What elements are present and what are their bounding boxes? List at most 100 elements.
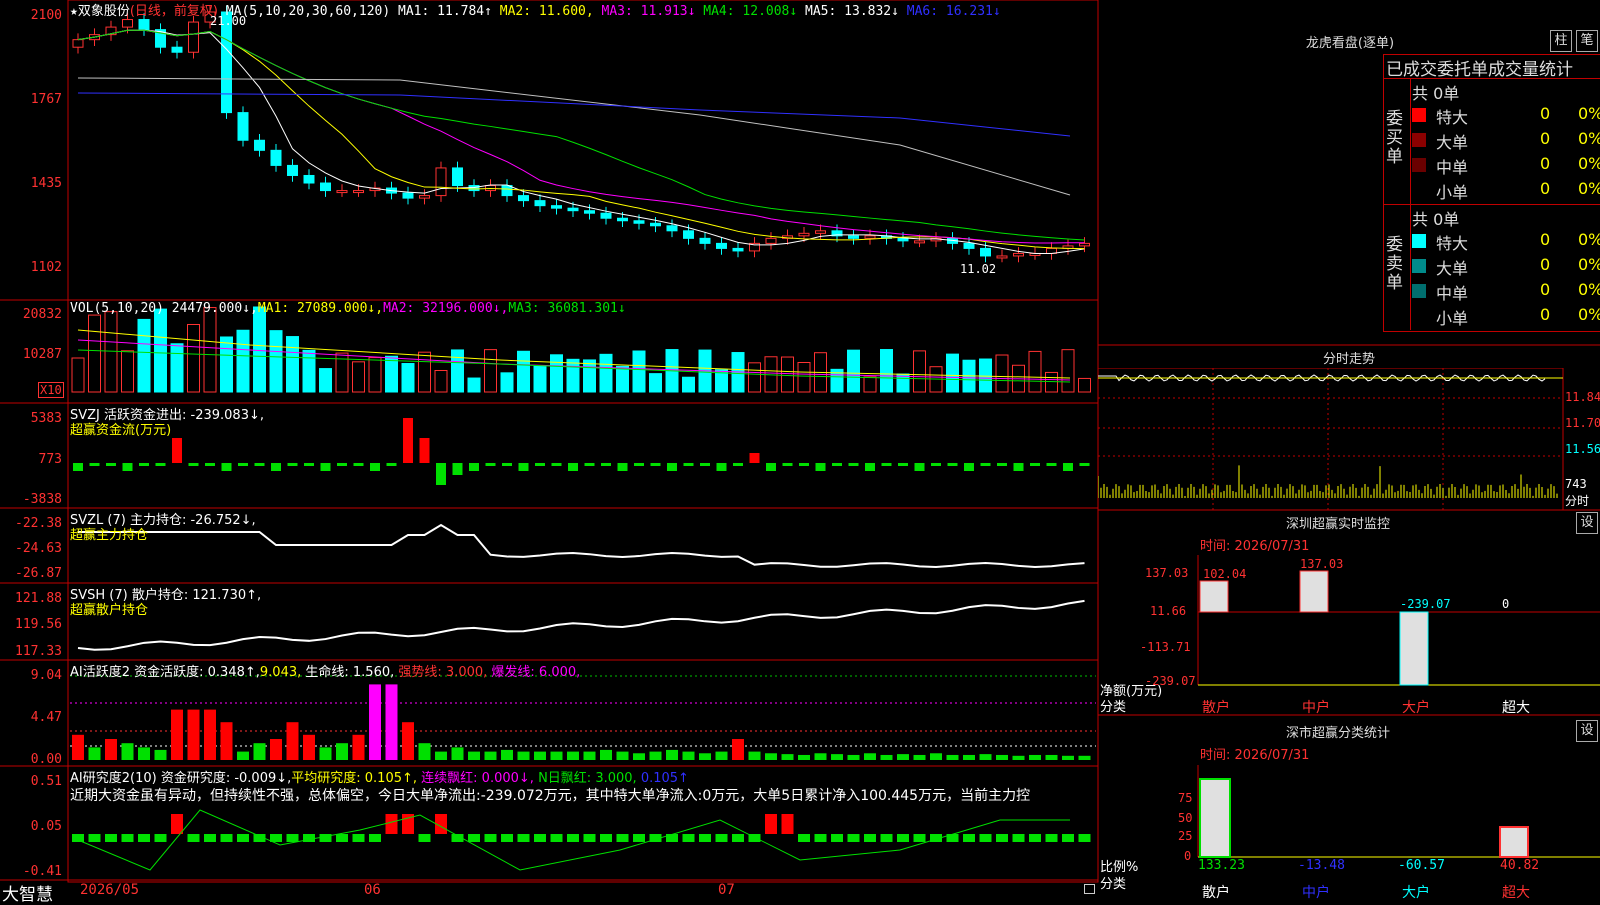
ma5-value: MA5: 13.832↓ [805, 4, 899, 19]
candle [798, 232, 810, 237]
activity-bar [616, 751, 629, 760]
buy-color-swatch [1412, 183, 1426, 197]
money-flow-bar [221, 463, 232, 471]
research-bar [864, 834, 876, 842]
intraday-y-tick: 11.84 [1565, 390, 1600, 404]
candle [402, 192, 414, 199]
money-flow-bar [1030, 463, 1040, 466]
buy-row-count: 0 [1540, 179, 1551, 198]
sz-monitor-value-label: 137.03 [1300, 557, 1344, 571]
activity-bar [336, 743, 348, 760]
ma1-value: MA1: 11.784↑ [398, 4, 492, 19]
sz-monitor-value-label: -239.07 [1400, 597, 1451, 611]
volume-bar [500, 372, 514, 393]
activity-bar [187, 709, 200, 760]
low-price-label: 11.02 [960, 262, 997, 276]
candle [336, 190, 348, 194]
y-tick-svzl: -22.38 [15, 516, 62, 531]
candle [567, 207, 579, 212]
main-holding-line [78, 523, 1085, 568]
volume-bar [451, 349, 464, 393]
money-flow-bar [287, 463, 298, 466]
money-flow-bar [155, 463, 166, 466]
candlestick-chart[interactable] [0, 0, 1098, 900]
ma2-value: MA2: 11.600, [499, 4, 594, 19]
volume-bar [1045, 371, 1058, 393]
volume-bar [236, 329, 250, 393]
sz-class-settings-button[interactable]: 设 [1576, 720, 1598, 742]
ai-active-strong: 强势线: 3.000, [398, 665, 488, 680]
money-flow-bar [898, 463, 908, 466]
candle [650, 222, 661, 227]
research-bar [583, 834, 596, 842]
activity-bar [138, 747, 150, 760]
candle [666, 225, 678, 232]
buy-row-label: 小单 [1436, 183, 1469, 202]
activity-bar [946, 754, 959, 760]
activity-bar [996, 754, 1008, 760]
money-flow-bar [865, 463, 875, 471]
candle [534, 200, 546, 207]
sz-monitor-cat: 中户 [1302, 700, 1330, 716]
ai-active-v2: 9.043, [259, 665, 302, 680]
volume-bar [781, 356, 794, 393]
activity-bar [121, 743, 134, 760]
research-bar [979, 834, 992, 842]
volume-bar [203, 307, 217, 393]
candle [501, 185, 513, 197]
candle [765, 237, 777, 244]
lock-icon[interactable] [1084, 884, 1095, 894]
activity-bar [204, 709, 216, 760]
volume-bar [418, 351, 431, 393]
activity-bar [913, 754, 926, 760]
research-bar [270, 834, 282, 842]
lhb-subtitle: 已成交委托单成交量统计 [1386, 60, 1573, 80]
volume-bar [401, 363, 415, 393]
candle [551, 205, 562, 209]
sz-class-value: 40.82 [1500, 858, 1540, 873]
activity-bar [484, 751, 497, 760]
volume-bar [137, 318, 151, 393]
star-icon[interactable]: ★ [70, 4, 78, 19]
y-tick-vol: 10287 [22, 347, 62, 362]
money-flow-bar [766, 463, 776, 471]
volume-bar [517, 350, 530, 393]
ai-research-last: 0.105↑ [640, 771, 689, 786]
vol-unit-badge[interactable]: X10 [38, 382, 64, 398]
tick-mode-button[interactable]: 笔 [1576, 30, 1598, 52]
volume-bar [913, 350, 926, 393]
sell-row-count: 0 [1540, 280, 1551, 299]
money-flow-bar [254, 463, 265, 466]
stock-name[interactable]: 双象股份 [78, 4, 130, 19]
intraday-chart[interactable] [1098, 368, 1600, 510]
vol-ma2: MA2: 32196.000↓, [383, 301, 509, 316]
volume-bar [352, 361, 365, 393]
research-bar [831, 834, 843, 842]
net-bar [1299, 570, 1329, 613]
brand-label[interactable]: 大智慧 [2, 880, 53, 905]
money-flow-bar [485, 463, 496, 466]
sell-orders-label: 委卖单 [1386, 235, 1403, 293]
money-flow-bar [386, 463, 397, 466]
vol-ma1: MA1: 27089.000↓, [257, 301, 384, 316]
sz-class-xlabel: 分类 [1100, 877, 1127, 892]
sz-monitor-settings-button[interactable]: 设 [1576, 512, 1598, 534]
volume-bar [368, 357, 382, 393]
bar-mode-button[interactable]: 柱 [1550, 30, 1572, 52]
money-flow-bar [914, 463, 925, 471]
chart-mode[interactable]: (日线，前复权) [130, 4, 218, 19]
research-bar [699, 834, 711, 842]
volume-bar [104, 311, 118, 393]
money-flow-bar [139, 463, 149, 466]
sell-color-swatch [1412, 259, 1426, 273]
ai-active-burst: 爆发线: 6.000, [491, 665, 581, 680]
activity-bar [319, 747, 332, 760]
activity-bar [171, 709, 183, 760]
candle [419, 195, 430, 199]
candle [699, 237, 711, 244]
sz-class-chart[interactable] [1098, 765, 1600, 900]
activity-bar [682, 751, 695, 760]
research-bar [633, 834, 645, 842]
research-bar [154, 834, 167, 842]
sell-row-count: 0 [1540, 305, 1551, 324]
